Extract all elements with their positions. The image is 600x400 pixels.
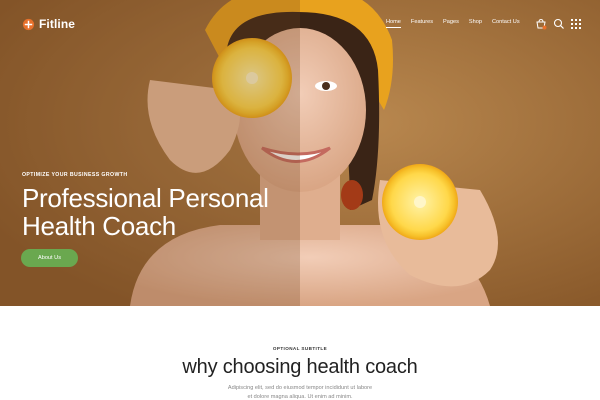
nav-item-features[interactable]: Features [411, 19, 433, 28]
section-title: why choosing health coach [182, 356, 418, 378]
section-subtitle: OPTIONAL SUBTITLE [272, 346, 328, 351]
nav-item-contact[interactable]: Contact Us [492, 19, 520, 28]
section-text-line1: Adipiscing elit, sed do eiusmod tempor i… [227, 385, 373, 391]
hero-title-line1: Professional Personal [22, 183, 269, 213]
hero-title-line2: Health Coach [22, 211, 176, 241]
why-section: OPTIONAL SUBTITLE why choosing health co… [0, 306, 600, 400]
brand-name: Fitline [39, 17, 76, 31]
logo-mark-icon [22, 18, 35, 30]
hero-section: Fitline Home Features Pages Shop Contact… [0, 0, 600, 306]
about-us-button[interactable]: About Us [21, 249, 78, 267]
main-menu: Home Features Pages Shop Contact Us [386, 19, 530, 28]
grid-menu-icon[interactable] [570, 18, 582, 30]
nav-item-pages[interactable]: Pages [443, 19, 459, 28]
cart-icon[interactable] [535, 18, 547, 30]
search-icon[interactable] [553, 18, 565, 30]
section-text-line2: et dolore magna aliqua. Ut enim ad minim… [247, 394, 353, 400]
hero-eyebrow: OPTIMIZE YOUR BUSINESS GROWTH [22, 172, 128, 178]
hero-title: Professional Personal Health Coach [22, 184, 342, 240]
nav-item-home[interactable]: Home [386, 19, 401, 28]
logo[interactable]: Fitline [22, 17, 75, 31]
section-description: Adipiscing elit, sed do eiusmod tempor i… [200, 384, 400, 400]
top-nav: Fitline Home Features Pages Shop Contact… [0, 0, 600, 50]
nav-item-shop[interactable]: Shop [469, 19, 482, 28]
